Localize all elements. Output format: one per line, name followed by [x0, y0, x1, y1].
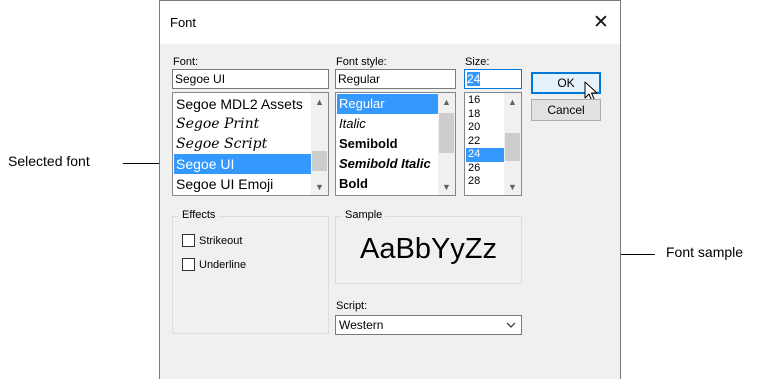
close-button[interactable]: ✕	[588, 9, 614, 35]
font-sample-text: AaBbYyZz	[360, 233, 497, 265]
font-style-list-item[interactable]: Bold	[337, 174, 438, 194]
strikeout-checkbox[interactable]: Strikeout	[182, 234, 242, 247]
script-label: Script:	[336, 300, 368, 312]
font-style-list-scrollbar[interactable]: ▲ ▼	[438, 93, 455, 195]
font-style-label: Font style:	[336, 56, 387, 68]
font-list-item[interactable]: Segoe UI Emoji	[174, 174, 311, 194]
script-select-value: Western	[339, 318, 384, 332]
size-list-scrollbar[interactable]: ▲ ▼	[504, 93, 521, 195]
font-style-list-item[interactable]: Semibold	[337, 134, 438, 154]
effects-title: Effects	[179, 209, 219, 221]
font-style-list[interactable]: Regular Italic Semibold Semibold Italic Bold…	[335, 92, 456, 196]
font-style-input[interactable]: Regular	[335, 69, 456, 89]
size-list-item[interactable]: 18	[466, 108, 504, 122]
size-list-item[interactable]: 16	[466, 94, 504, 108]
font-list-item[interactable]: Segoe UI	[174, 154, 311, 174]
size-list-item[interactable]: 26	[466, 162, 504, 176]
scroll-up-icon[interactable]: ▲	[438, 93, 455, 110]
chevron-down-icon	[503, 316, 519, 334]
script-select[interactable]: Western	[335, 315, 522, 335]
underline-checkbox[interactable]: Underline	[182, 258, 246, 271]
size-label: Size:	[465, 56, 490, 68]
size-list-item[interactable]: 22	[466, 135, 504, 149]
font-label: Font:	[173, 56, 199, 68]
font-style-list-item[interactable]: Italic	[337, 114, 438, 134]
cancel-button-label: Cancel	[547, 103, 585, 117]
font-name-input[interactable]: Segoe UI	[172, 69, 329, 89]
close-icon: ✕	[593, 11, 609, 33]
effects-group: Effects Strikeout Underline	[172, 209, 329, 334]
font-list-item[interactable]: Segoe Script	[174, 134, 311, 154]
font-style-list-item[interactable]: Semibold Italic	[337, 154, 438, 174]
font-dialog: Font ✕ Font: Segoe UI Segoe MDL2 Assets S…	[159, 0, 621, 379]
size-list[interactable]: 16 18 20 22 24 26 28 ▲ ▼	[464, 92, 522, 196]
cancel-button[interactable]: Cancel	[531, 99, 601, 121]
font-list[interactable]: Segoe MDL2 Assets Segoe Print Segoe Script…	[172, 92, 329, 196]
scroll-thumb[interactable]	[439, 113, 454, 153]
callout-font-sample: Font sample	[666, 244, 744, 260]
ok-button-label: OK	[557, 76, 575, 90]
font-list-item[interactable]: Segoe Print	[174, 114, 311, 134]
scroll-up-icon[interactable]: ▲	[311, 93, 328, 110]
scroll-down-icon[interactable]: ▼	[438, 178, 455, 195]
underline-checkbox-box[interactable]	[182, 258, 195, 271]
scroll-down-icon[interactable]: ▼	[311, 178, 328, 195]
size-input[interactable]: 24	[464, 69, 522, 89]
title-bar: Font ✕	[160, 1, 620, 44]
size-input-value: 24	[467, 72, 481, 86]
scroll-down-icon[interactable]: ▼	[504, 178, 521, 195]
scroll-up-icon[interactable]: ▲	[504, 93, 521, 110]
size-list-item[interactable]: 20	[466, 121, 504, 135]
size-list-item[interactable]: 28	[466, 175, 504, 189]
strikeout-checkbox-box[interactable]	[182, 234, 195, 247]
dialog-title: Font	[170, 15, 197, 30]
underline-label: Underline	[199, 258, 247, 271]
font-list-scrollbar[interactable]: ▲ ▼	[311, 93, 328, 195]
size-list-item[interactable]: 24	[466, 148, 504, 162]
scroll-thumb[interactable]	[505, 133, 520, 161]
font-list-item[interactable]: Segoe MDL2 Assets	[174, 94, 311, 114]
font-style-list-item[interactable]: Regular	[337, 94, 438, 114]
strikeout-label: Strikeout	[199, 234, 243, 247]
callout-selected-font: Selected font	[8, 153, 90, 169]
scroll-thumb[interactable]	[312, 151, 327, 171]
sample-group: Sample AaBbYyZz	[335, 209, 522, 284]
sample-title: Sample	[342, 209, 386, 221]
